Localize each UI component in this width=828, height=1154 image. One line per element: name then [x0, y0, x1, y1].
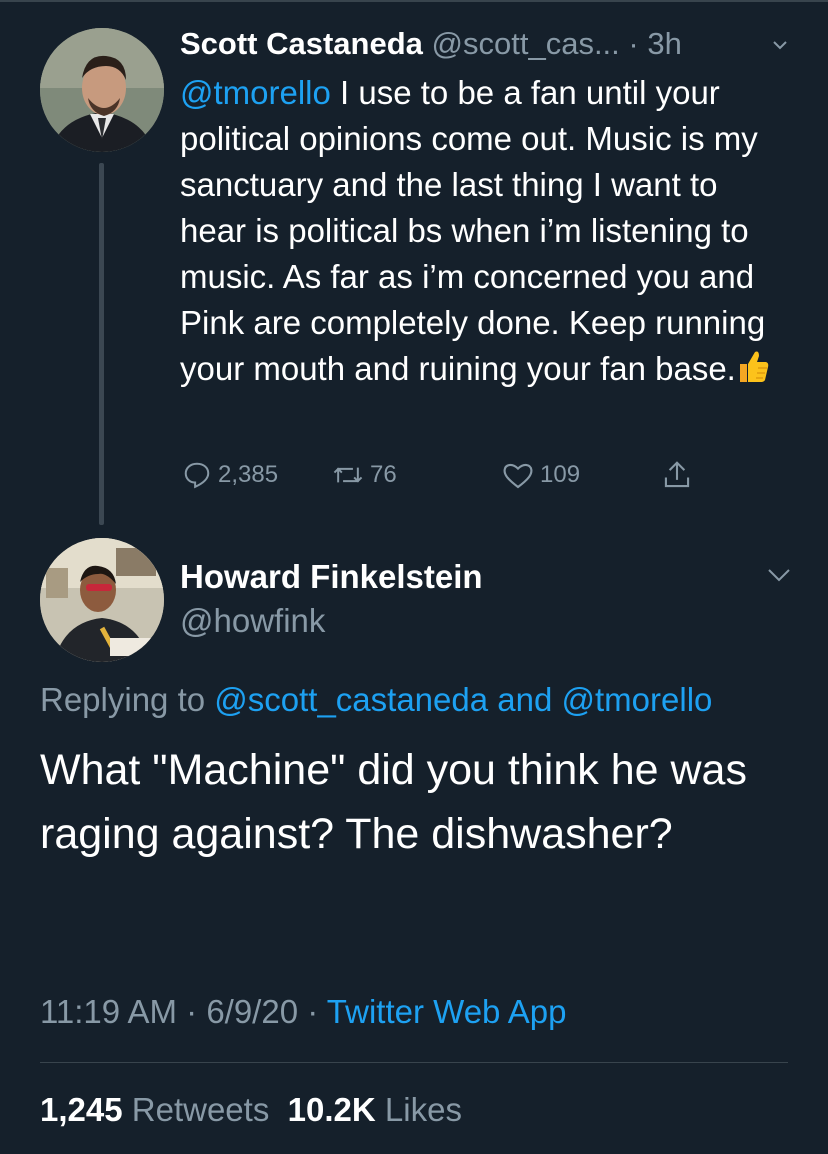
likes-label: Likes: [384, 1091, 462, 1128]
mention-link[interactable]: @tmorello: [180, 74, 331, 111]
retweet-icon: [333, 467, 363, 483]
avatar-howard[interactable]: [40, 538, 164, 662]
tweet-text: I use to be a fan until your political o…: [180, 74, 766, 387]
divider: [40, 1062, 788, 1063]
engagement-stats: 1,245 Retweets 10.2K Likes: [40, 1088, 462, 1132]
author-handle[interactable]: @scott_cas...: [432, 26, 620, 61]
tweet-actions: 2,385 76 109: [0, 455, 828, 495]
tweet-time: 11:19 AM: [40, 993, 177, 1030]
retweets-label: Retweets: [131, 1091, 270, 1128]
tweet-date: 6/9/20: [206, 993, 299, 1030]
chevron-down-icon[interactable]: [766, 566, 792, 584]
tweet-thread: Scott Castaneda @scott_cas... · 3h @tmor…: [0, 0, 828, 1154]
tweet-body: @tmorello I use to be a fan until your p…: [180, 70, 780, 396]
retweet-count: 76: [370, 461, 397, 488]
divider: [0, 0, 828, 2]
replying-to: Replying to @scott_castaneda and @tmorel…: [40, 678, 712, 722]
tweet-header: Scott Castaneda @scott_cas... · 3h: [180, 24, 800, 64]
like-icon: [503, 463, 533, 489]
mention-link[interactable]: @scott_castaneda: [214, 681, 488, 718]
retweets-value: 1,245: [40, 1091, 123, 1128]
separator: ·: [176, 993, 207, 1030]
likes-stat[interactable]: 10.2K Likes: [288, 1091, 462, 1128]
replying-prefix: Replying to: [40, 681, 215, 718]
likes-value: 10.2K: [287, 1091, 376, 1128]
like-button[interactable]: 109: [502, 455, 580, 495]
thumbs-up-emoji-icon: [736, 348, 770, 396]
reply-button[interactable]: 2,385: [182, 455, 278, 495]
retweet-button[interactable]: 76: [332, 455, 397, 495]
tweet-metadata: 11:19 AM · 6/9/20 · Twitter Web App: [40, 990, 566, 1034]
replying-and: and: [488, 681, 562, 718]
retweets-stat[interactable]: 1,245 Retweets: [40, 1091, 269, 1128]
source-link[interactable]: Twitter Web App: [327, 993, 567, 1030]
share-button[interactable]: [662, 455, 698, 495]
like-count: 109: [540, 461, 581, 488]
separator: ·: [619, 26, 648, 61]
author-name[interactable]: Scott Castaneda: [180, 26, 423, 61]
tweet-age[interactable]: 3h: [647, 26, 681, 61]
chevron-down-icon[interactable]: [772, 37, 788, 53]
reply-text: What "Machine" did you think he was ragi…: [40, 746, 747, 858]
share-icon: [664, 461, 690, 488]
avatar-scott[interactable]: [40, 28, 164, 152]
reply-count: 2,385: [218, 461, 279, 488]
reply-author-name[interactable]: Howard Finkelstein: [180, 556, 483, 598]
reply-icon: [184, 462, 210, 489]
separator: ·: [298, 993, 327, 1030]
mention-link[interactable]: @tmorello: [562, 681, 713, 718]
reply-author-handle[interactable]: @howfink: [180, 600, 325, 642]
